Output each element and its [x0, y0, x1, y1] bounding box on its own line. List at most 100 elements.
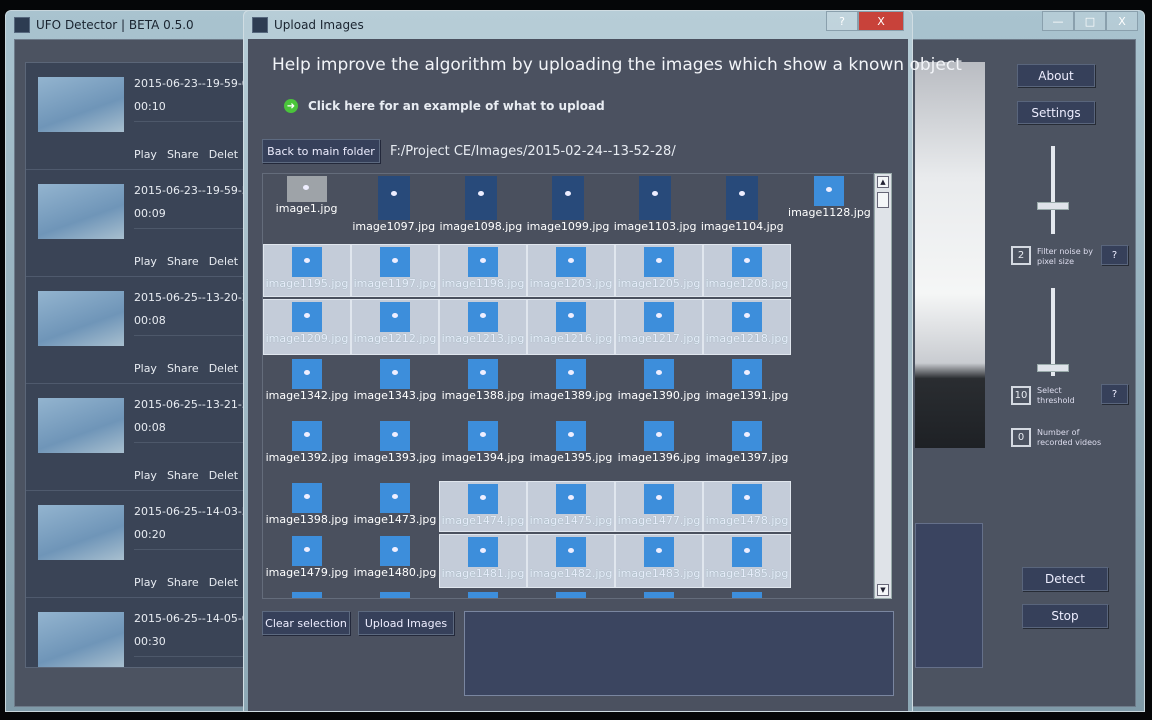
image-item[interactable]	[615, 590, 703, 598]
threshold-value[interactable]: 10	[1011, 386, 1031, 405]
image-item[interactable]: image1104.jpg	[699, 174, 786, 242]
share-button[interactable]: Share	[165, 255, 201, 268]
slider-thumb[interactable]	[1037, 202, 1069, 210]
video-list[interactable]: 2015-06-23--19-59-0 00:10 Play Share Delet…	[25, 62, 247, 668]
video-thumbnail[interactable]	[38, 505, 124, 560]
image-item[interactable]: image1479.jpg	[263, 534, 351, 588]
video-thumbnail[interactable]	[38, 398, 124, 453]
filter-help-button[interactable]: ?	[1101, 245, 1128, 265]
image-item[interactable]: image1217.jpg	[615, 299, 703, 355]
play-button[interactable]: Play	[132, 148, 159, 161]
image-item[interactable]	[263, 590, 351, 598]
image-item[interactable]: image1208.jpg	[703, 244, 791, 297]
image-item[interactable]: image1396.jpg	[615, 419, 703, 479]
image-item[interactable]: image1128.jpg	[786, 174, 873, 242]
filter-noise-value[interactable]: 2	[1011, 246, 1031, 265]
image-item[interactable]: image1394.jpg	[439, 419, 527, 479]
delete-button[interactable]: Delet	[207, 362, 240, 375]
image-item[interactable]: image1218.jpg	[703, 299, 791, 355]
image-item[interactable]: image1480.jpg	[351, 534, 439, 588]
scroll-thumb[interactable]	[877, 192, 889, 208]
image-item[interactable]: image1478.jpg	[703, 481, 791, 532]
share-button[interactable]: Share	[165, 362, 201, 375]
image-item[interactable]: image1390.jpg	[615, 357, 703, 417]
image-item[interactable]: image1392.jpg	[263, 419, 351, 479]
video-thumbnail[interactable]	[38, 612, 124, 667]
detect-button[interactable]: Detect	[1022, 567, 1108, 591]
play-button[interactable]: Play	[132, 362, 159, 375]
slider-thumb[interactable]	[1037, 364, 1069, 372]
image-item[interactable]: image1473.jpg	[351, 481, 439, 532]
image-item[interactable]: image1205.jpg	[615, 244, 703, 297]
image-item[interactable]: image1388.jpg	[439, 357, 527, 417]
image-item[interactable]: image1097.jpg	[350, 174, 437, 242]
image-item[interactable]: image1103.jpg	[612, 174, 699, 242]
image-grid[interactable]: image1.jpg image1097.jpg image1098.jpg imag…	[262, 173, 874, 599]
settings-button[interactable]: Settings	[1017, 101, 1095, 124]
upload-images-button[interactable]: Upload Images	[358, 611, 454, 635]
image-item[interactable]: image1343.jpg	[351, 357, 439, 417]
image-item[interactable]: image1398.jpg	[263, 481, 351, 532]
share-button[interactable]: Share	[165, 148, 201, 161]
maximize-button[interactable]: □	[1074, 11, 1106, 31]
grid-row: image1392.jpg image1393.jpg image1394.jpg i…	[263, 419, 873, 481]
image-item[interactable]: image1485.jpg	[703, 534, 791, 588]
threshold-label: Select threshold	[1037, 386, 1075, 405]
image-item[interactable]: image1213.jpg	[439, 299, 527, 355]
back-to-main-folder-button[interactable]: Back to main folder	[262, 139, 380, 163]
image-item[interactable]: image1203.jpg	[527, 244, 615, 297]
image-item[interactable]: image1197.jpg	[351, 244, 439, 297]
image-item[interactable]: image1342.jpg	[263, 357, 351, 417]
delete-button[interactable]: Delet	[207, 255, 240, 268]
image-item[interactable]: image1209.jpg	[263, 299, 351, 355]
example-link[interactable]: ➜ Click here for an example of what to up…	[284, 99, 605, 113]
image-item[interactable]: image1475.jpg	[527, 481, 615, 532]
scroll-up-icon[interactable]: ▲	[877, 176, 889, 188]
image-item[interactable]: image1481.jpg	[439, 534, 527, 588]
image-item[interactable]	[703, 590, 791, 598]
image-item[interactable]: image1483.jpg	[615, 534, 703, 588]
image-item[interactable]: image1393.jpg	[351, 419, 439, 479]
help-button[interactable]: ?	[826, 11, 858, 31]
image-item[interactable]: image1397.jpg	[703, 419, 791, 479]
dialog-close-button[interactable]: X	[858, 11, 904, 31]
filter-noise-slider[interactable]	[1033, 146, 1073, 234]
clear-selection-button[interactable]: Clear selection	[262, 611, 350, 635]
image-item[interactable]: image1195.jpg	[263, 244, 351, 297]
image-item[interactable]: image1.jpg	[263, 174, 350, 242]
image-item[interactable]: image1212.jpg	[351, 299, 439, 355]
delete-button[interactable]: Delet	[207, 148, 240, 161]
image-item[interactable]: image1482.jpg	[527, 534, 615, 588]
delete-button[interactable]: Delet	[207, 469, 240, 482]
image-item[interactable]	[351, 590, 439, 598]
about-button[interactable]: About	[1017, 64, 1095, 87]
image-item[interactable]: image1477.jpg	[615, 481, 703, 532]
close-button[interactable]: X	[1106, 11, 1138, 31]
image-thumbnail	[286, 176, 327, 202]
image-item[interactable]: image1389.jpg	[527, 357, 615, 417]
video-thumbnail[interactable]	[38, 77, 124, 132]
image-item[interactable]	[527, 590, 615, 598]
scroll-down-icon[interactable]: ▼	[877, 584, 889, 596]
threshold-help-button[interactable]: ?	[1101, 384, 1128, 404]
play-button[interactable]: Play	[132, 255, 159, 268]
minimize-button[interactable]: —	[1042, 11, 1074, 31]
image-item[interactable]: image1216.jpg	[527, 299, 615, 355]
grid-scrollbar[interactable]: ▲ ▼	[874, 173, 892, 599]
image-item[interactable]: image1395.jpg	[527, 419, 615, 479]
image-item[interactable]: image1099.jpg	[524, 174, 611, 242]
play-button[interactable]: Play	[132, 576, 159, 589]
image-item[interactable]: image1098.jpg	[437, 174, 524, 242]
share-button[interactable]: Share	[165, 469, 201, 482]
image-item[interactable]: image1474.jpg	[439, 481, 527, 532]
video-thumbnail[interactable]	[38, 291, 124, 346]
stop-button[interactable]: Stop	[1022, 604, 1108, 628]
video-thumbnail[interactable]	[38, 184, 124, 239]
image-item[interactable]	[439, 590, 527, 598]
threshold-slider[interactable]	[1033, 288, 1073, 376]
image-item[interactable]: image1391.jpg	[703, 357, 791, 417]
play-button[interactable]: Play	[132, 469, 159, 482]
share-button[interactable]: Share	[165, 576, 201, 589]
image-item[interactable]: image1198.jpg	[439, 244, 527, 297]
delete-button[interactable]: Delet	[207, 576, 240, 589]
